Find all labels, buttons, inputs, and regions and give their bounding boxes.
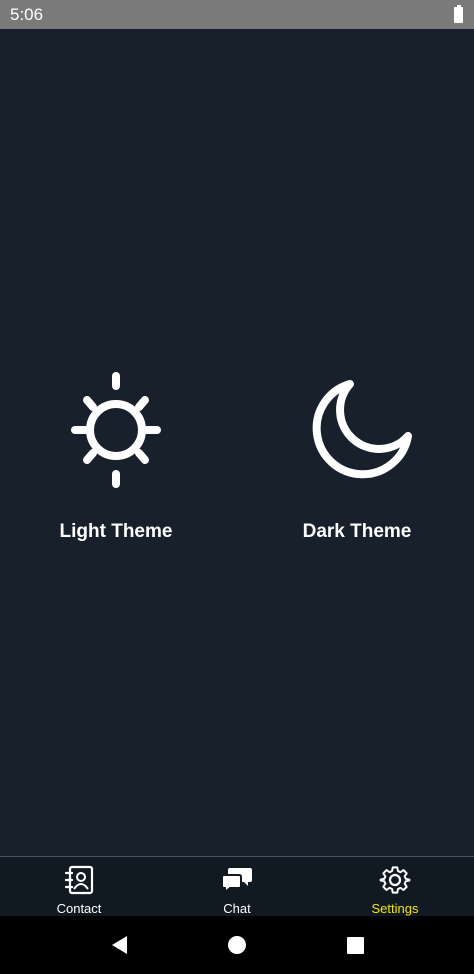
dark-theme-option[interactable]: Dark Theme — [277, 366, 437, 556]
contact-book-icon — [63, 864, 95, 896]
dark-theme-label: Dark Theme — [302, 521, 412, 542]
chat-bubbles-icon — [221, 864, 253, 896]
bottom-navigation: Contact Chat Settings — [0, 856, 474, 916]
battery-full-icon — [454, 4, 463, 23]
status-time: 5:06 — [10, 4, 44, 24]
home-icon — [228, 936, 246, 954]
sun-icon — [51, 366, 181, 496]
home-button[interactable] — [217, 925, 257, 965]
light-theme-option[interactable]: Light Theme — [36, 366, 196, 556]
nav-item-contact[interactable]: Contact — [0, 857, 158, 916]
nav-label-contact: Contact — [56, 901, 102, 916]
status-bar: 5:06 — [0, 0, 474, 29]
recents-icon — [346, 936, 364, 954]
settings-screen: 5:06 Light Theme Dark Theme Contact Chat… — [0, 0, 474, 974]
gear-icon — [379, 864, 411, 896]
back-button[interactable] — [99, 925, 139, 965]
moon-icon — [292, 366, 422, 496]
nav-label-chat: Chat — [223, 901, 251, 916]
nav-item-settings[interactable]: Settings — [316, 857, 474, 916]
light-theme-label: Light Theme — [59, 521, 173, 542]
recents-button[interactable] — [335, 925, 375, 965]
nav-label-settings: Settings — [371, 901, 419, 916]
nav-item-chat[interactable]: Chat — [158, 857, 316, 916]
system-navigation-bar — [0, 916, 474, 974]
back-icon — [111, 936, 127, 954]
